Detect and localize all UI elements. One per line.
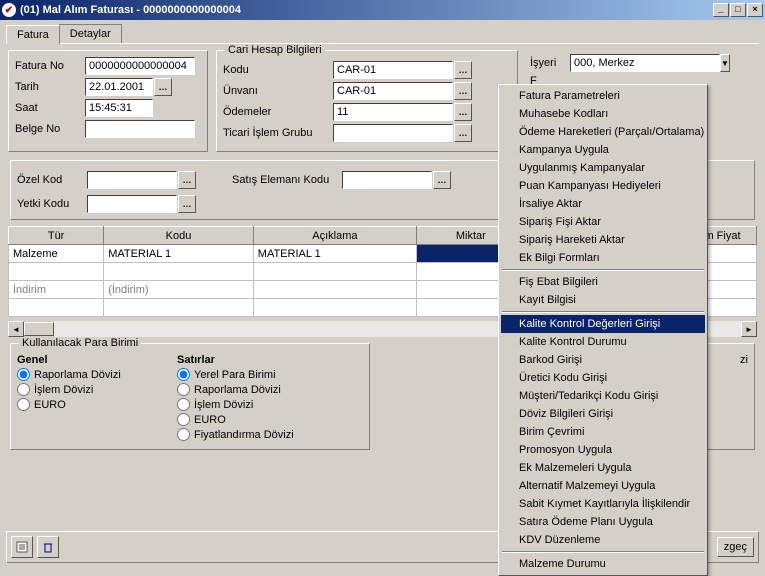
mi-siparis-hareketi-aktar[interactable]: Sipariş Hareketi Aktar xyxy=(501,231,705,249)
radio-euro-satir[interactable]: EURO xyxy=(177,413,294,426)
mi-kampanya-uygula[interactable]: Kampanya Uygula xyxy=(501,141,705,159)
cari-unvani-label: Ünvanı xyxy=(223,85,333,97)
trash-icon xyxy=(42,541,54,553)
mi-sabit-kiymet[interactable]: Sabit Kıymet Kayıtlarıyla İlişkilendir xyxy=(501,495,705,513)
genel-legend: Genel xyxy=(17,354,167,366)
cari-ticari-lookup[interactable]: … xyxy=(454,124,472,142)
saat-label: Saat xyxy=(15,102,85,114)
mi-kalite-kontrol-durumu[interactable]: Kalite Kontrol Durumu xyxy=(501,333,705,351)
isyeri-dropdown-button[interactable]: ▼ xyxy=(720,54,730,72)
mi-siparis-fisi-aktar[interactable]: Sipariş Fişi Aktar xyxy=(501,213,705,231)
menu-separator xyxy=(502,311,704,313)
mi-musteri-tedarikci[interactable]: Müşteri/Tedarikçi Kodu Girişi xyxy=(501,387,705,405)
mi-malzeme-durumu[interactable]: Malzeme Durumu xyxy=(501,555,705,573)
mi-doviz-bilgileri[interactable]: Döviz Bilgileri Girişi xyxy=(501,405,705,423)
isyeri-combo[interactable] xyxy=(570,54,720,72)
ozel-kod-label: Özel Kod xyxy=(17,174,87,186)
mi-kalite-kontrol-degerleri[interactable]: Kalite Kontrol Değerleri Girişi xyxy=(501,315,705,333)
menu-separator xyxy=(502,269,704,271)
mi-promosyon-uygula[interactable]: Promosyon Uygula xyxy=(501,441,705,459)
ozel-kod-input[interactable] xyxy=(87,171,177,189)
right-doviz-suffix: zi xyxy=(740,354,748,366)
ozel-kod-lookup[interactable]: … xyxy=(178,171,196,189)
satirlar-legend: Satırlar xyxy=(177,354,294,366)
delete-icon-button[interactable] xyxy=(37,536,59,558)
cari-ticari-label: Ticari İşlem Grubu xyxy=(223,127,333,139)
yetki-kodu-input[interactable] xyxy=(87,195,177,213)
tab-fatura[interactable]: Fatura xyxy=(6,25,60,44)
mi-uretici-kodu[interactable]: Üretici Kodu Girişi xyxy=(501,369,705,387)
mi-fis-ebat[interactable]: Fiş Ebat Bilgileri xyxy=(501,273,705,291)
mi-barkod-girisi[interactable]: Barkod Girişi xyxy=(501,351,705,369)
mi-irsaliye-aktar[interactable]: İrsaliye Aktar xyxy=(501,195,705,213)
fatura-no-label: Fatura No xyxy=(15,60,85,72)
mi-puan-kampanyasi[interactable]: Puan Kampanyası Hediyeleri xyxy=(501,177,705,195)
notes-icon-button[interactable] xyxy=(11,536,33,558)
belge-label: Belge No xyxy=(15,123,85,135)
para-birimi-group: Kullanılacak Para Birimi Genel Raporlama… xyxy=(10,343,370,450)
mi-kdv-duzenleme[interactable]: KDV Düzenleme xyxy=(501,531,705,549)
cari-unvani-lookup[interactable]: … xyxy=(454,82,472,100)
col-aciklama[interactable]: Açıklama xyxy=(253,227,416,245)
mi-satira-odeme-plani[interactable]: Satıra Ödeme Planı Uygula xyxy=(501,513,705,531)
tab-detaylar[interactable]: Detaylar xyxy=(59,24,122,43)
cari-kodu-lookup[interactable]: … xyxy=(454,61,472,79)
mi-fatura-parametreleri[interactable]: Fatura Parametreleri xyxy=(501,87,705,105)
mi-muhasebe-kodlari[interactable]: Muhasebe Kodları xyxy=(501,105,705,123)
radio-raporlama-satir[interactable]: Raporlama Dövizi xyxy=(177,383,294,396)
saat-input[interactable] xyxy=(85,99,153,117)
yetki-kodu-label: Yetki Kodu xyxy=(17,198,87,210)
cari-kodu-label: Kodu xyxy=(223,64,333,76)
close-button[interactable]: × xyxy=(747,3,763,17)
radio-euro-genel[interactable]: EURO xyxy=(17,398,167,411)
para-legend: Kullanılacak Para Birimi xyxy=(19,337,141,349)
mi-kayit-bilgisi[interactable]: Kayıt Bilgisi xyxy=(501,291,705,309)
tarih-input[interactable] xyxy=(85,78,153,96)
vazgec-button[interactable]: zgeç xyxy=(717,537,754,557)
cari-odemeler-input[interactable] xyxy=(333,103,453,121)
cari-odemeler-lookup[interactable]: … xyxy=(454,103,472,121)
mi-alternatif-malzeme[interactable]: Alternatif Malzemeyi Uygula xyxy=(501,477,705,495)
mi-birim-cevrimi[interactable]: Birim Çevrimi xyxy=(501,423,705,441)
cari-legend: Cari Hesap Bilgileri xyxy=(225,44,325,56)
minimize-button[interactable]: _ xyxy=(713,3,729,17)
cari-unvani-input[interactable] xyxy=(333,82,453,100)
title-bar: ✔ (01) Mal Alım Faturası - 0000000000000… xyxy=(0,0,765,20)
context-menu[interactable]: Fatura Parametreleri Muhasebe Kodları Öd… xyxy=(498,84,708,576)
radio-fiyatlandirma[interactable]: Fiyatlandırma Dövizi xyxy=(177,428,294,441)
cari-kodu-input[interactable] xyxy=(333,61,453,79)
notes-icon xyxy=(16,541,28,553)
tarih-picker-button[interactable]: … xyxy=(154,78,172,96)
scroll-thumb[interactable] xyxy=(24,322,54,336)
col-kodu[interactable]: Kodu xyxy=(104,227,254,245)
scroll-right-button[interactable]: ► xyxy=(741,321,757,337)
cari-ticari-input[interactable] xyxy=(333,124,453,142)
window-title: (01) Mal Alım Faturası - 000000000000000… xyxy=(20,4,713,16)
radio-islem-dovizi-genel[interactable]: İşlem Dövizi xyxy=(17,383,167,396)
yetki-kodu-lookup[interactable]: … xyxy=(178,195,196,213)
satis-eleman-label: Satış Elemanı Kodu xyxy=(232,174,342,186)
app-icon: ✔ xyxy=(2,3,16,17)
fatura-no-input[interactable] xyxy=(85,57,195,75)
menu-separator xyxy=(502,551,704,553)
maximize-button[interactable]: □ xyxy=(730,3,746,17)
mi-odeme-hareketleri[interactable]: Ödeme Hareketleri (Parçalı/Ortalama) xyxy=(501,123,705,141)
satis-eleman-input[interactable] xyxy=(342,171,432,189)
mi-ek-malzemeleri[interactable]: Ek Malzemeleri Uygula xyxy=(501,459,705,477)
mi-uygulanmis-kampanyalar[interactable]: Uygulanmış Kampanyalar xyxy=(501,159,705,177)
radio-yerel-para[interactable]: Yerel Para Birimi xyxy=(177,368,294,381)
belge-input[interactable] xyxy=(85,120,195,138)
radio-islem-satir[interactable]: İşlem Dövizi xyxy=(177,398,294,411)
tab-strip: Fatura Detaylar xyxy=(0,20,765,43)
col-tur[interactable]: Tür xyxy=(9,227,104,245)
isyeri-label: İşyeri xyxy=(530,57,570,69)
cari-hesap-group: Cari Hesap Bilgileri Kodu … Ünvanı … Öde… xyxy=(216,50,518,152)
radio-raporlama-dovizi-genel[interactable]: Raporlama Dövizi xyxy=(17,368,167,381)
cari-odemeler-label: Ödemeler xyxy=(223,106,333,118)
scroll-left-button[interactable]: ◄ xyxy=(8,321,24,337)
tarih-label: Tarih xyxy=(15,81,85,93)
satis-eleman-lookup[interactable]: … xyxy=(433,171,451,189)
mi-ek-bilgi-formlari[interactable]: Ek Bilgi Formları xyxy=(501,249,705,267)
